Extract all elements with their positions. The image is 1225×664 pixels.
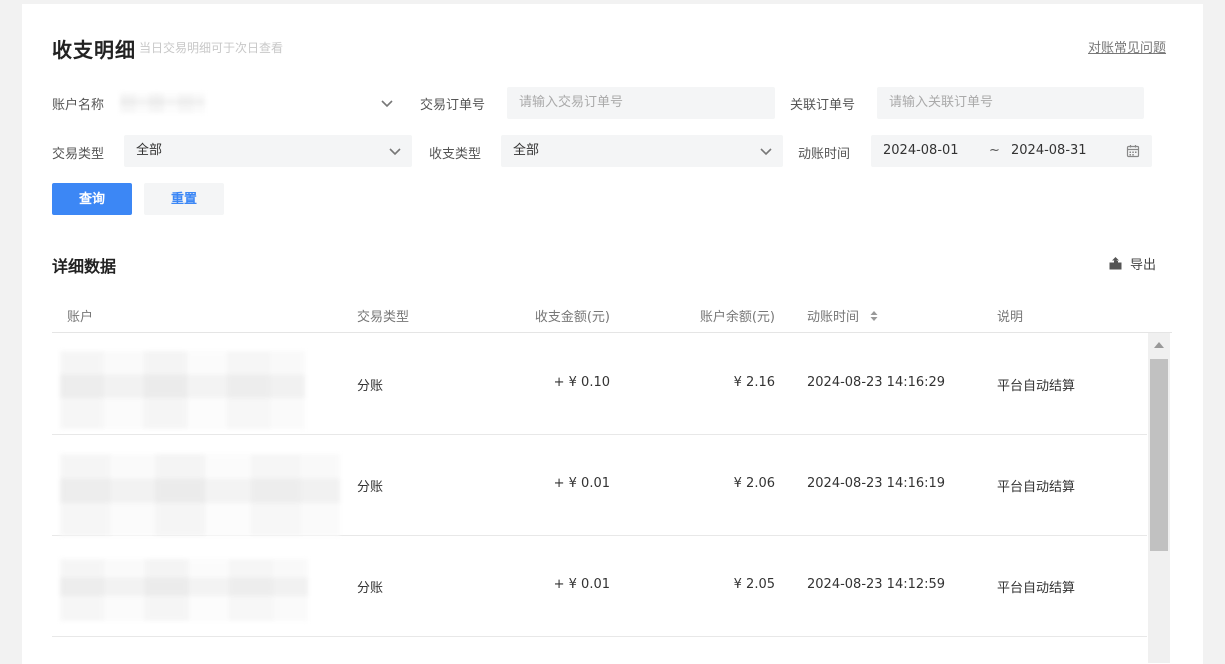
date-range-picker[interactable]: 2024-08-01 ~ 2024-08-31 — [871, 135, 1152, 167]
col-type: 交易类型 — [357, 310, 410, 325]
calendar-icon — [1126, 145, 1140, 158]
account-redacted — [60, 351, 305, 429]
posting-time-label: 动账时间 — [798, 147, 851, 162]
chevron-down-icon — [760, 148, 772, 156]
details-title: 详细数据 — [52, 257, 117, 276]
date-end[interactable]: 2024-08-31 — [1011, 135, 1087, 167]
date-separator: ~ — [989, 143, 1000, 158]
col-balance: 账户余额(元) — [699, 310, 775, 325]
row-type: 分账 — [357, 379, 384, 394]
sort-icon — [870, 311, 878, 321]
flow-type-select[interactable]: 全部 — [501, 135, 783, 167]
account-name-redacted — [120, 93, 205, 113]
scrollbar-thumb[interactable] — [1150, 359, 1168, 551]
chevron-down-icon — [389, 148, 401, 156]
account-redacted — [60, 454, 340, 536]
table-row: 分账 + ¥ 0.01 ¥ 2.06 2024-08-23 14:16:19 平… — [52, 434, 1147, 536]
col-note: 说明 — [997, 310, 1024, 325]
col-time[interactable]: 动账时间 — [807, 306, 879, 325]
row-note: 平台自动结算 — [997, 480, 1076, 495]
scroll-up-icon[interactable] — [1153, 340, 1165, 350]
related-order-label: 关联订单号 — [790, 98, 856, 113]
export-icon — [1109, 257, 1122, 270]
row-amount: + ¥ 0.01 — [553, 476, 610, 491]
row-amount: + ¥ 0.01 — [553, 577, 610, 592]
row-time: 2024-08-23 14:16:29 — [807, 375, 946, 390]
row-note: 平台自动结算 — [997, 379, 1076, 394]
faq-link[interactable]: 对账常见问题 — [1088, 37, 1166, 56]
related-order-placeholder: 请输入关联订单号 — [889, 95, 994, 110]
account-name-label: 账户名称 — [52, 98, 105, 113]
flow-type-label: 收支类型 — [429, 147, 482, 162]
order-no-input[interactable]: 请输入交易订单号 — [507, 87, 775, 119]
account-redacted — [60, 559, 308, 621]
col-account: 账户 — [67, 310, 94, 325]
col-time-label: 动账时间 — [807, 310, 860, 325]
row-balance: ¥ 2.16 — [733, 375, 775, 390]
table-row: 分账 + ¥ 0.10 ¥ 2.16 2024-08-23 14:16:29 平… — [52, 333, 1147, 435]
row-type: 分账 — [357, 581, 384, 596]
row-type: 分账 — [357, 480, 384, 495]
table-header: 账户 交易类型 收支金额(元) 账户余额(元) 动账时间 说明 — [52, 296, 1172, 333]
date-start[interactable]: 2024-08-01 — [883, 135, 959, 167]
col-amount: 收支金额(元) — [534, 310, 610, 325]
related-order-input[interactable]: 请输入关联订单号 — [877, 87, 1144, 119]
trade-type-select[interactable]: 全部 — [124, 135, 412, 167]
order-no-placeholder: 请输入交易订单号 — [519, 95, 624, 110]
page-subtitle: 当日交易明细可于次日查看 — [139, 41, 284, 55]
query-button[interactable]: 查询 — [52, 183, 132, 215]
flow-type-value: 全部 — [513, 143, 540, 158]
page-title: 收支明细 — [52, 38, 136, 62]
main-card: 收支明细 当日交易明细可于次日查看 对账常见问题 账户名称 交易订单号 请输入交… — [22, 4, 1203, 664]
order-no-label: 交易订单号 — [420, 98, 486, 113]
row-amount: + ¥ 0.10 — [553, 375, 610, 390]
trade-type-value: 全部 — [136, 143, 163, 158]
row-time: 2024-08-23 14:16:19 — [807, 476, 946, 491]
row-note: 平台自动结算 — [997, 581, 1076, 596]
table-row: 分账 + ¥ 0.01 ¥ 2.05 2024-08-23 14:12:59 平… — [52, 535, 1147, 637]
trade-type-label: 交易类型 — [52, 147, 105, 162]
row-balance: ¥ 2.05 — [733, 577, 775, 592]
chevron-down-icon — [381, 100, 393, 108]
row-balance: ¥ 2.06 — [733, 476, 775, 491]
export-button[interactable]: 导出 — [1108, 254, 1156, 273]
reset-button[interactable]: 重置 — [144, 183, 224, 215]
account-name-select[interactable] — [116, 87, 404, 119]
export-label: 导出 — [1130, 258, 1157, 273]
row-time: 2024-08-23 14:12:59 — [807, 577, 946, 592]
